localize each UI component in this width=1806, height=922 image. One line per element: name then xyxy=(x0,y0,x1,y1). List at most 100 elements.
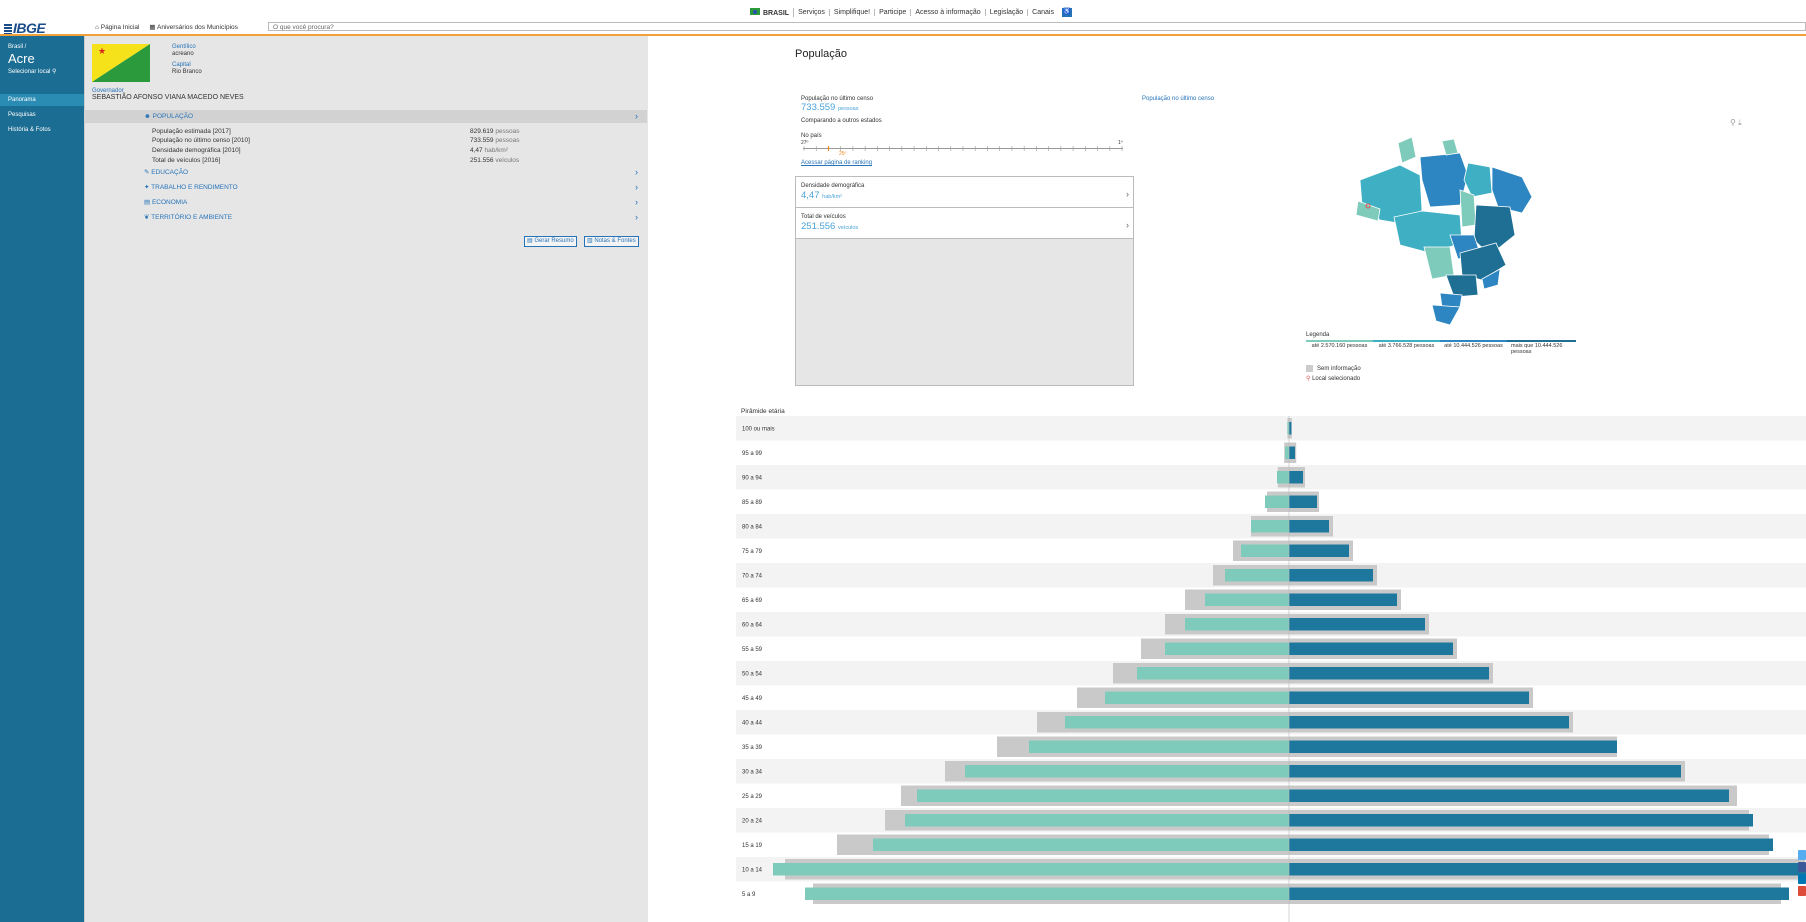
age-group-label: 95 a 99 xyxy=(742,451,763,457)
breadcrumb[interactable]: Brasil / xyxy=(8,44,26,50)
facebook-icon[interactable] xyxy=(1798,862,1806,872)
googleplus-icon[interactable] xyxy=(1798,886,1806,896)
bar-acre-female xyxy=(1277,471,1289,484)
gov-link-acesso[interactable]: Acesso à informação xyxy=(911,9,986,16)
legend-scale: até 2.570.160 pessoas até 3.766.528 pess… xyxy=(1306,340,1577,355)
gray-swatch-icon xyxy=(1306,365,1313,372)
brasil-link[interactable]: BRASIL xyxy=(746,8,795,17)
graduation-icon: ✎ xyxy=(144,169,150,176)
bar-acre-female xyxy=(1225,569,1289,582)
card-density[interactable]: Densidade demográfica 4,47 hab/km² › xyxy=(796,177,1133,208)
legend-title: Legenda xyxy=(1306,332,1330,338)
chevron-right-icon: › xyxy=(635,197,638,207)
bar-acre-female xyxy=(1285,446,1289,459)
bar-acre-male xyxy=(1289,642,1453,655)
select-location-button[interactable]: Selecionar local ⚲ xyxy=(8,68,56,75)
share-bar xyxy=(1798,850,1806,898)
chevron-right-icon: › xyxy=(635,212,638,222)
bar-acre-female xyxy=(1165,642,1289,655)
brasil-flag-icon xyxy=(750,8,760,15)
sidebar: Brasil / Acre Selecionar local ⚲ Panoram… xyxy=(0,36,84,922)
sidebar-item-pesquisas[interactable]: Pesquisas xyxy=(0,109,84,121)
age-group-label: 80 a 84 xyxy=(742,524,763,530)
bar-acre-female xyxy=(1065,716,1289,729)
leaf-icon: ❦ xyxy=(144,214,150,221)
bar-acre-male xyxy=(1289,446,1295,459)
gov-link-simplifique[interactable]: Simplifique! xyxy=(830,9,876,16)
map-region-rr xyxy=(1397,136,1417,164)
map-legend: Legenda até 2.570.160 pessoas até 3.766.… xyxy=(1306,332,1577,382)
download-icon[interactable]: ⤓ xyxy=(1738,118,1742,127)
section-territorio[interactable]: ❦ TERRITÓRIO E AMBIENTE › xyxy=(84,211,647,224)
bar-acre-female xyxy=(917,789,1289,802)
bar-acre-female xyxy=(1105,691,1289,704)
twitter-icon[interactable] xyxy=(1798,850,1806,860)
ibge-stripes-icon xyxy=(4,24,12,34)
gov-link-canais[interactable]: Canais xyxy=(1028,9,1058,16)
linkedin-icon[interactable] xyxy=(1798,874,1806,884)
capital-label: Capital xyxy=(172,62,191,68)
bar-acre-male xyxy=(1289,789,1729,802)
search-input[interactable]: O que você procura? xyxy=(268,22,1806,31)
bar-acre-male xyxy=(1289,422,1292,435)
section-populacao[interactable]: ☻ POPULAÇÃO › xyxy=(84,110,647,123)
age-group-label: 20 a 24 xyxy=(742,818,763,824)
section-trabalho[interactable]: ✦ TRABALHO E RENDIMENTO › xyxy=(84,181,647,194)
ranking-link[interactable]: Acessar página de ranking xyxy=(801,160,872,166)
home-link[interactable]: ⌂ Página Inicial xyxy=(95,22,139,34)
chevron-right-icon: › xyxy=(1126,220,1129,230)
pop-row-census: População no último censo [2010] 733.559 … xyxy=(152,137,520,144)
age-group-label: 100 ou mais xyxy=(742,426,775,432)
anniversaries-link[interactable]: ▦ Aniversários dos Municípios xyxy=(149,22,238,34)
legend-selected: ⚲ Local selecionado xyxy=(1306,376,1361,382)
brazil-map[interactable] xyxy=(1350,135,1540,325)
chevron-right-icon: › xyxy=(1126,189,1129,199)
map-region-ap xyxy=(1441,138,1459,156)
svg-text:★: ★ xyxy=(98,47,106,57)
pin-icon: ⚲ xyxy=(52,69,57,75)
capital-value: Rio Branco xyxy=(172,69,202,75)
card-density-value: 4,47 hab/km² xyxy=(801,190,843,201)
ibge-logo[interactable]: IBGE xyxy=(4,20,46,36)
gov-link-legislacao[interactable]: Legislação xyxy=(986,9,1029,16)
section-educacao[interactable]: ✎ EDUCAÇÃO › xyxy=(84,166,647,179)
map-region-ma xyxy=(1463,162,1493,198)
section-economia[interactable]: ▤ ECONOMIA › xyxy=(84,196,647,209)
money-icon: ▤ xyxy=(144,199,151,206)
card-density-label: Densidade demográfica xyxy=(801,183,865,189)
generate-summary-button[interactable]: ▤ Gerar Resumo xyxy=(524,236,577,247)
bar-acre-male xyxy=(1289,863,1806,876)
card-vehicles[interactable]: Total de veículos 251.556 veículos › xyxy=(796,208,1133,239)
gov-link-participe[interactable]: Participe xyxy=(875,9,912,16)
chevron-right-icon: › xyxy=(635,182,638,192)
bar-acre-male xyxy=(1289,740,1617,753)
age-group-label: 65 a 69 xyxy=(742,598,763,604)
sidebar-item-panorama[interactable]: Panorama xyxy=(0,94,84,106)
bar-acre-male xyxy=(1289,814,1753,827)
map-title: População no último censo xyxy=(1142,96,1215,102)
notes-sources-button[interactable]: ▥ Notas & Fontes xyxy=(584,236,639,247)
bar-acre-female xyxy=(1205,593,1289,606)
bar-acre-female xyxy=(1251,520,1289,533)
bar-acre-male xyxy=(1289,765,1681,778)
bar-acre-female xyxy=(873,838,1289,851)
age-group-label: 40 a 44 xyxy=(742,720,763,726)
compare-label: Comparando a outros estados xyxy=(801,118,882,124)
legend-range-3: até 10.444.526 pessoas xyxy=(1440,340,1507,355)
legend-range-4: mais que 10.444.526 pessoas xyxy=(1507,340,1577,355)
accessibility-icon[interactable]: ♿ xyxy=(1061,8,1072,17)
gov-bar: BRASIL Serviços Simplifique! Participe A… xyxy=(0,0,1806,23)
gov-link-servicos[interactable]: Serviços xyxy=(794,9,830,16)
map-region-to xyxy=(1459,189,1477,228)
sidebar-item-historia[interactable]: História & Fotos xyxy=(0,124,84,136)
ranking-ticks xyxy=(803,146,1123,151)
pop-row-density: Densidade demográfica [2010] 4,47 hab/km² xyxy=(152,147,508,154)
bar-acre-female xyxy=(1241,544,1289,557)
card-vehicles-label: Total de veículos xyxy=(801,214,846,220)
bar-acre-male xyxy=(1289,618,1425,631)
pyramid-title: Pirâmide etária xyxy=(741,408,785,415)
pyramid-row-bg xyxy=(736,440,1806,465)
zoom-icon[interactable]: ⚲ xyxy=(1730,118,1736,127)
people-icon: ☻ xyxy=(144,113,151,120)
bar-acre-male xyxy=(1289,471,1303,484)
